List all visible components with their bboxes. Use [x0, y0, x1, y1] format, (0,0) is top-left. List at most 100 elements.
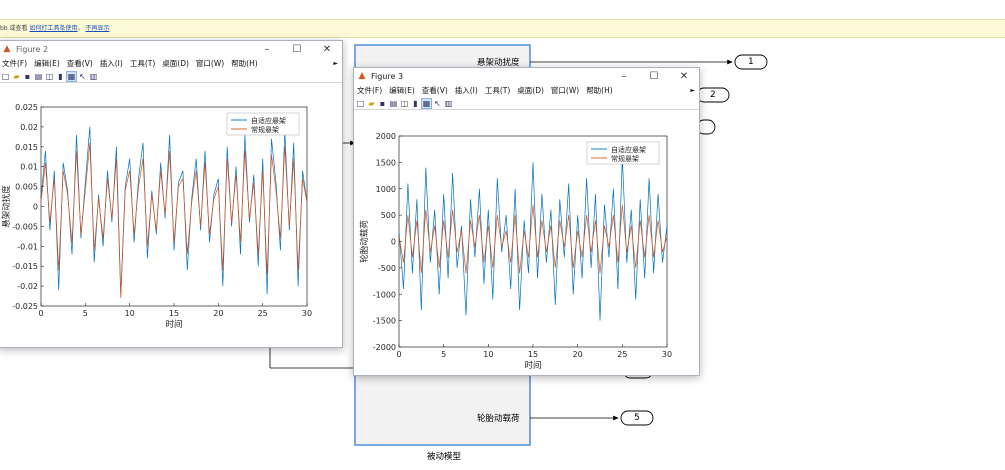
y-axis-label: 悬架动扰度 [1, 185, 12, 228]
link-plot-icon[interactable]: ◫ [400, 99, 409, 108]
x-tick-label: 0 [396, 350, 401, 359]
maximize-icon[interactable]: ☐ [639, 71, 669, 82]
y-tick-label: 0.025 [15, 103, 38, 112]
port-number-2: 2 [710, 90, 716, 100]
figure-3-window[interactable]: ▲ Figure 3 – ☐ ✕ 文件(F) 编辑(E) 查看(V) 插入(I)… [353, 67, 700, 376]
print-icon[interactable]: ▤ [34, 72, 43, 81]
y-tick-label: -1000 [373, 290, 396, 299]
y-tick-label: -2000 [373, 343, 396, 352]
x-axis-label: 时间 [165, 319, 182, 330]
close-icon[interactable]: ✕ [312, 44, 342, 55]
y-tick-label: 0 [33, 203, 38, 212]
menu-edit[interactable]: 编辑(E) [34, 58, 60, 69]
menu-view[interactable]: 查看(V) [422, 85, 448, 96]
x-tick-label: 25 [617, 350, 627, 359]
subsystem-name[interactable]: 被动模型 [427, 450, 461, 462]
menu-window[interactable]: 窗口(W) [196, 58, 224, 69]
port-number-5: 5 [634, 413, 640, 423]
y-tick-label: 0.005 [15, 183, 38, 192]
matlab-logo-icon: ▲ [3, 44, 11, 54]
x-tick-label: 30 [662, 350, 672, 359]
legend-icon[interactable]: ▦ [421, 97, 432, 109]
colorbar-icon[interactable]: ▮ [411, 99, 420, 108]
x-tick-label: 5 [441, 350, 446, 359]
figure-2-menubar: 文件(F) 编辑(E) 查看(V) 插入(I) 工具(T) 桌面(D) 窗口(W… [0, 57, 342, 70]
x-tick-label: 20 [213, 309, 223, 318]
y-tick-label: -0.005 [12, 222, 38, 231]
figure-3-titlebar[interactable]: ▲ Figure 3 – ☐ ✕ [354, 68, 699, 84]
save-icon[interactable]: ▪ [378, 99, 387, 108]
legend-entry: 常规悬架 [611, 154, 639, 163]
figure-3-toolbar: □ ▰ ▪ ▤ ◫ ▮ ▦ ↖ ▥ [354, 97, 699, 110]
x-tick-label: 15 [169, 309, 179, 318]
y-tick-label: 1000 [376, 185, 396, 194]
open-file-icon[interactable]: ▰ [367, 99, 376, 108]
figure-3-menubar: 文件(F) 编辑(E) 查看(V) 插入(I) 工具(T) 桌面(D) 窗口(W… [354, 84, 699, 97]
y-tick-label: -0.02 [17, 282, 38, 291]
menu-help[interactable]: 帮助(H) [231, 58, 258, 69]
colorbar-icon[interactable]: ▮ [56, 72, 65, 81]
menu-window[interactable]: 窗口(W) [551, 85, 579, 96]
x-tick-label: 30 [302, 309, 312, 318]
y-tick-label: 0.02 [20, 123, 38, 132]
y-tick-label: 500 [381, 211, 396, 220]
menu-desktop[interactable]: 桌面(D) [162, 58, 189, 69]
y-tick-label: -0.01 [17, 242, 38, 251]
legend-entry: 自适应悬架 [611, 145, 646, 154]
menu-edit[interactable]: 编辑(E) [389, 85, 415, 96]
menu-desktop[interactable]: 桌面(D) [517, 85, 544, 96]
figure-2-title: Figure 2 [16, 44, 49, 54]
figure-2-titlebar[interactable]: ▲ Figure 2 – ☐ ✕ [0, 41, 342, 57]
x-axis-label: 时间 [524, 360, 541, 371]
menu-file[interactable]: 文件(F) [2, 58, 27, 69]
x-tick-label: 10 [483, 350, 493, 359]
x-tick-label: 5 [83, 309, 88, 318]
figure-2-window[interactable]: ▲ Figure 2 – ☐ ✕ 文件(F) 编辑(E) 查看(V) 插入(I)… [0, 40, 343, 348]
x-tick-label: 25 [258, 309, 268, 318]
link-plot-icon[interactable]: ◫ [45, 72, 54, 81]
property-editor-icon[interactable]: ▥ [89, 72, 98, 81]
save-icon[interactable]: ▪ [23, 72, 32, 81]
y-tick-label: 0.01 [20, 163, 38, 172]
legend-entry: 自适应悬架 [251, 116, 286, 125]
maximize-icon[interactable]: ☐ [282, 44, 312, 55]
y-tick-label: -500 [378, 264, 396, 273]
menu-insert[interactable]: 插入(I) [455, 85, 478, 96]
y-tick-label: -1500 [373, 317, 396, 326]
block-label-out5: 轮胎动载荷 [477, 414, 520, 424]
menu-help[interactable]: 帮助(H) [586, 85, 613, 96]
new-figure-icon[interactable]: □ [356, 99, 365, 108]
figure-2-plot[interactable]: 0 5 10 15 20 25 30 -0.025 -0.02 -0.015 -0.01 -0.005… [0, 83, 340, 346]
menu-tools[interactable]: 工具(T) [130, 58, 155, 69]
edit-plot-arrow-icon[interactable]: ↖ [78, 72, 87, 81]
edit-plot-arrow-icon[interactable]: ↖ [433, 99, 442, 108]
menu-view[interactable]: 查看(V) [67, 58, 93, 69]
legend-entry: 常规悬架 [251, 125, 279, 134]
figure-3-plot[interactable]: 0 5 10 15 20 25 30 -2000 -1500 -1000 -500 0 500 1000 1… [354, 110, 697, 374]
figure-2-toolbar: □ ▰ ▪ ▤ ◫ ▮ ▦ ↖ ▥ [0, 70, 342, 83]
y-tick-label: 2000 [376, 132, 396, 141]
y-tick-label: -0.025 [12, 302, 38, 311]
y-tick-label: 0 [391, 238, 396, 247]
new-figure-icon[interactable]: □ [1, 72, 10, 81]
menu-overflow-icon[interactable]: ► [690, 87, 695, 94]
minimize-icon[interactable]: – [252, 44, 282, 55]
axes-box [40, 106, 308, 307]
open-file-icon[interactable]: ▰ [12, 72, 21, 81]
close-icon[interactable]: ✕ [669, 71, 699, 82]
menu-file[interactable]: 文件(F) [357, 85, 382, 96]
x-tick-label: 20 [573, 350, 583, 359]
x-tick-label: 0 [38, 309, 43, 318]
legend-icon[interactable]: ▦ [66, 70, 77, 82]
y-axis-label: 轮胎动载荷 [359, 220, 370, 263]
x-tick-label: 10 [125, 309, 135, 318]
minimize-icon[interactable]: – [609, 71, 639, 82]
y-tick-label: 0.015 [15, 143, 38, 152]
menu-insert[interactable]: 插入(I) [100, 58, 123, 69]
port-number-1: 1 [748, 57, 754, 67]
menu-tools[interactable]: 工具(T) [485, 85, 510, 96]
print-icon[interactable]: ▤ [389, 99, 398, 108]
property-editor-icon[interactable]: ▥ [444, 99, 453, 108]
menu-overflow-icon[interactable]: ► [333, 60, 338, 67]
matlab-logo-icon: ▲ [358, 71, 366, 81]
